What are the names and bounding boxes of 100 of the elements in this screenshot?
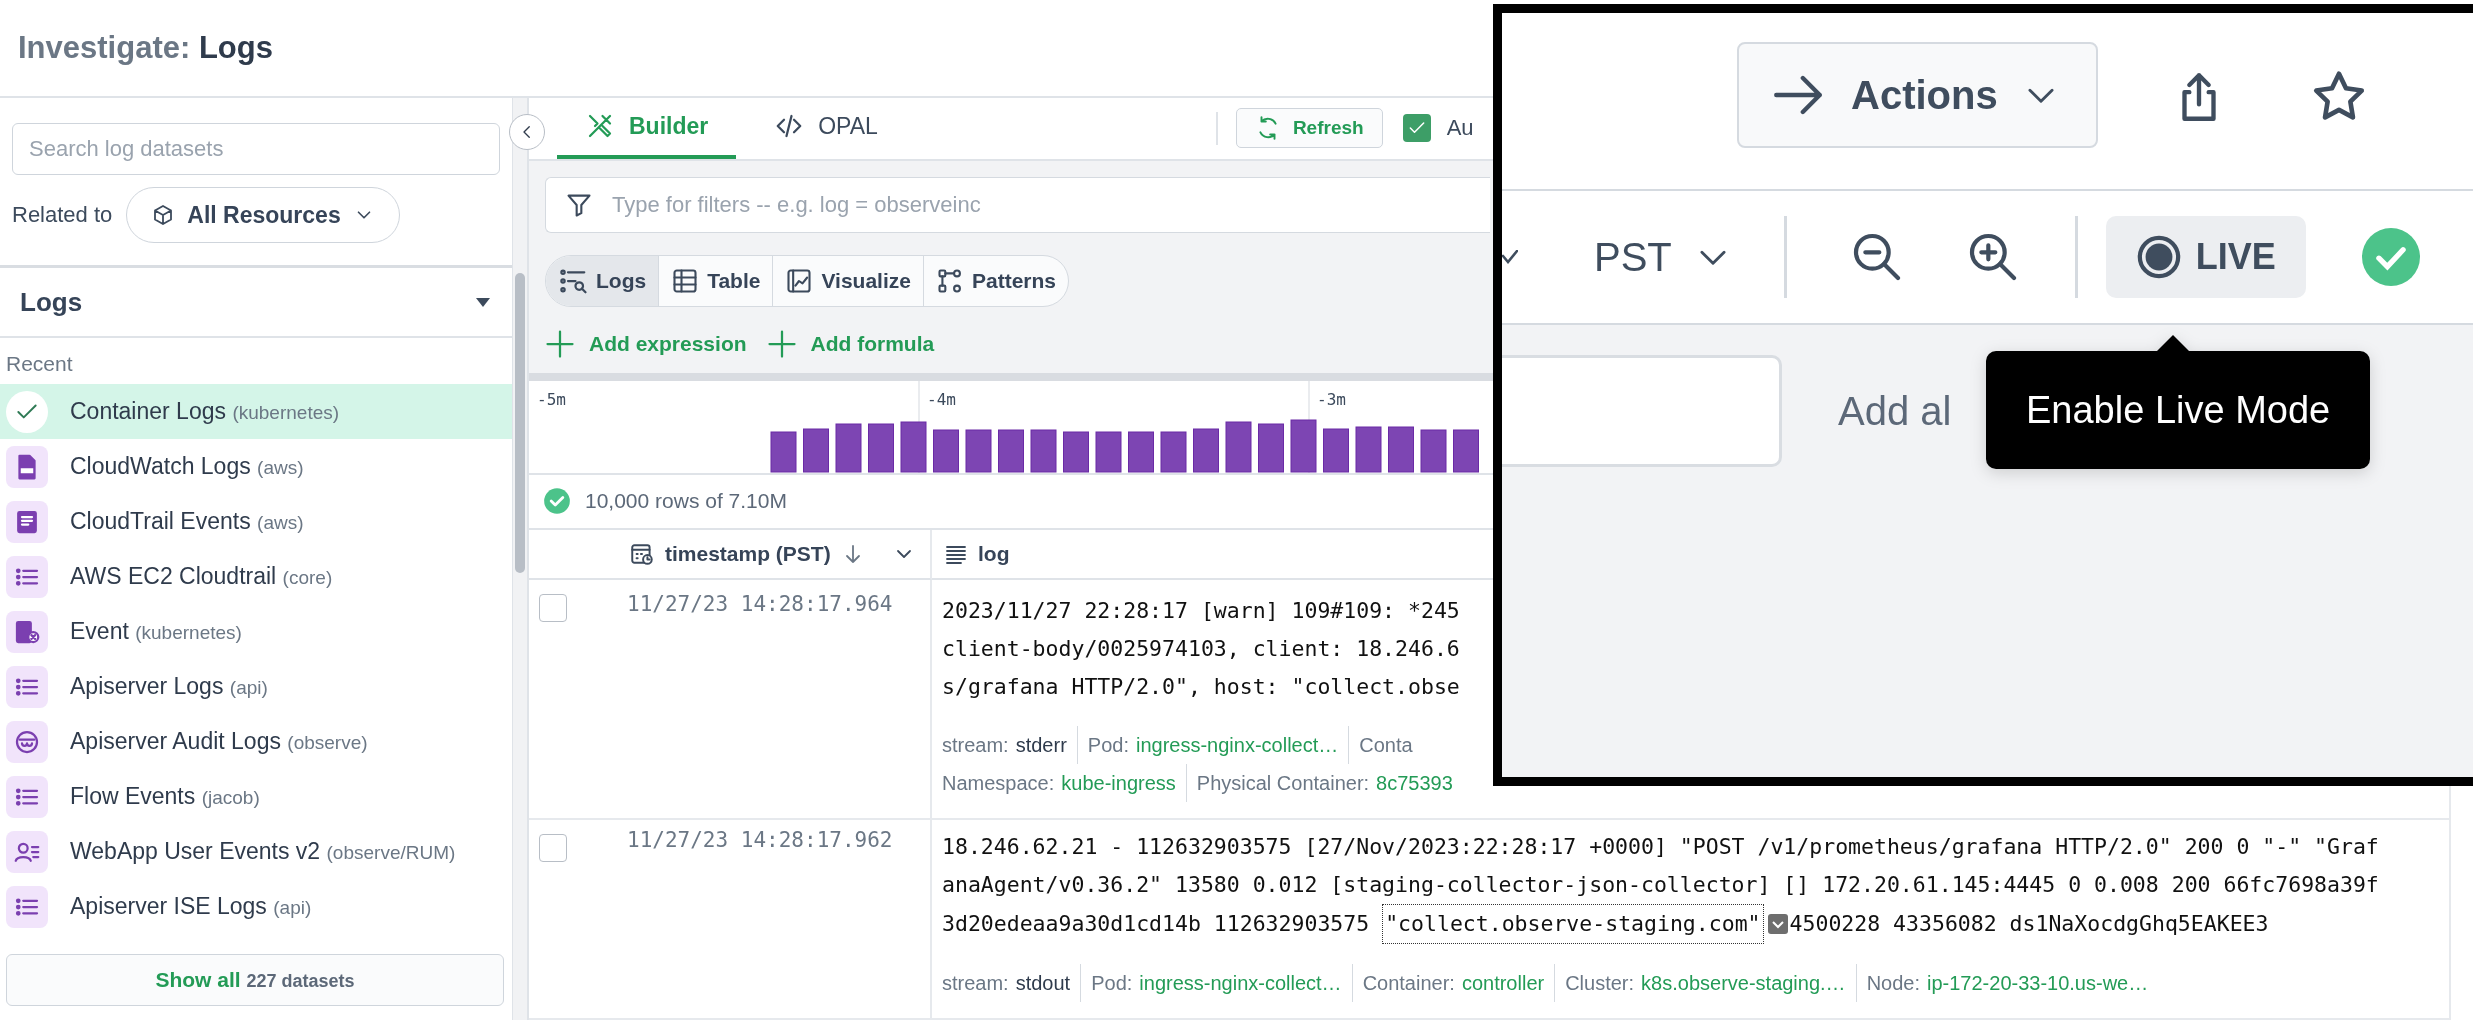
- histogram-bar: [1128, 431, 1154, 473]
- search-field[interactable]: Search log datasets: [12, 123, 500, 175]
- axis-tick-label: -4m: [927, 389, 956, 409]
- meta-label: Pod:: [1091, 971, 1133, 996]
- log-text: 3d20edeaa9a30d1cd14b 112632903575: [942, 910, 1370, 938]
- plus-icon: [545, 328, 575, 359]
- log-text: anaAgent/v0.36.2" 13580 0.012 [staging-collector-json-collector] [] 172.20.61.145:4445 0 0.008 200 66fc7698a39f: [942, 871, 2379, 899]
- dropdown-icon[interactable]: [1767, 914, 1788, 934]
- row-checkbox[interactable]: [539, 594, 567, 622]
- patterns-icon: [935, 266, 964, 295]
- meta-link[interactable]: k8s.observe-staging.…: [1641, 964, 1846, 1002]
- histogram-bar: [1030, 429, 1057, 473]
- auto-checkbox[interactable]: [1402, 114, 1431, 143]
- view-button[interactable]: Visualize: [773, 255, 924, 306]
- scrollbar-thumb[interactable]: [515, 273, 525, 573]
- meta-value: stdout: [1015, 971, 1071, 996]
- histogram-bar: [1388, 426, 1414, 473]
- timestamp-cell: 11/27/23 14:28:17.962: [627, 828, 893, 852]
- log-text: s/grafana HTTP/2.0", host: "collect.obse: [942, 673, 1460, 701]
- axis-tick-label: -3m: [1317, 389, 1346, 409]
- histogram-bar: [1420, 429, 1447, 473]
- auto-label: Au: [1446, 115, 1474, 142]
- meta-label: stream:: [942, 733, 1009, 758]
- section-title: Logs: [20, 286, 83, 318]
- meta-link[interactable]: controller: [1461, 964, 1545, 1002]
- dataset-item[interactable]: Apiserver Logs (api): [0, 659, 512, 714]
- meta-value: stderr: [1015, 733, 1067, 758]
- timestamp-cell: 11/27/23 14:28:17.964: [627, 592, 893, 616]
- view-button[interactable]: Logs: [546, 255, 660, 306]
- chart-icon: [785, 266, 814, 295]
- histogram-bar: [770, 431, 797, 473]
- histogram-bar: [1355, 426, 1382, 473]
- row-count: 10,000 rows of 7.10M: [585, 489, 787, 514]
- histogram-bar: [835, 423, 862, 473]
- group-label: Recent: [5, 351, 74, 377]
- column-header[interactable]: timestamp (PST): [629, 541, 930, 567]
- meta-link[interactable]: ingress-nginx-collect…: [1135, 726, 1339, 764]
- meta-label: Cluster:: [1565, 971, 1635, 996]
- view-button[interactable]: Table: [659, 255, 774, 306]
- actions-button[interactable]: Actions: [1737, 42, 2098, 148]
- meta-label: Node:: [1866, 971, 1920, 996]
- dataset-item[interactable]: Container Logs (kubernetes): [0, 384, 512, 439]
- success-icon: [543, 487, 571, 516]
- dataset-item[interactable]: CloudWatch Logs (aws): [0, 439, 512, 494]
- record-icon: [2135, 234, 2182, 280]
- histogram-bar: [1160, 431, 1187, 473]
- success-icon: [2361, 228, 2420, 286]
- histogram-bar: [1453, 429, 1479, 473]
- histogram-bar: [1258, 423, 1284, 473]
- selected-log-token[interactable]: "collect.observe-staging.com": [1382, 904, 1764, 944]
- related-label: Related to: [12, 202, 113, 228]
- table-icon: [671, 266, 700, 295]
- dataset-item[interactable]: AWS EC2 Cloudtrail (core): [0, 549, 512, 604]
- histogram-bar: [1193, 428, 1219, 473]
- filter-field[interactable]: Type for filters -- e.g. log = observeinc: [545, 176, 1490, 233]
- column-header[interactable]: log: [944, 542, 1010, 566]
- live-button[interactable]: LIVE: [2105, 216, 2306, 298]
- meta-label: Pod:: [1087, 733, 1129, 758]
- page-title: Investigate: Logs: [18, 30, 273, 66]
- timezone-dropdown[interactable]: PST: [1594, 234, 1732, 280]
- show-all-button[interactable]: Show all 227 datasets: [6, 954, 504, 1006]
- add-label: Add al: [1838, 388, 1952, 434]
- meta-label: Container:: [1362, 971, 1455, 996]
- histogram-bar: [998, 429, 1024, 473]
- log-text: 4500228 43356082 ds1NaXocdgGhq5EAKEE3: [1789, 910, 2269, 938]
- meta-label: stream:: [942, 971, 1009, 996]
- dataset-item[interactable]: CloudTrail Events (aws): [0, 494, 512, 549]
- resource-dropdown[interactable]: All Resources: [126, 187, 400, 243]
- tab[interactable]: OPAL: [746, 98, 906, 159]
- row-checkbox[interactable]: [539, 834, 567, 862]
- chevron-icon[interactable]: [1502, 250, 1518, 264]
- log-text: client-body/0025974103, client: 18.246.6: [942, 635, 1460, 663]
- clock-calendar-icon: [629, 541, 655, 567]
- plus-icon: [766, 328, 797, 359]
- meta-link[interactable]: 8c75393: [1376, 764, 1453, 802]
- histogram-bar: [1225, 421, 1252, 473]
- histogram-bar: [965, 429, 992, 473]
- histogram-bar: [1323, 428, 1349, 473]
- dataset-item[interactable]: Apiserver ISE Logs (api): [0, 879, 512, 934]
- meta-link[interactable]: ingress-nginx-collect…: [1139, 964, 1342, 1002]
- view-button[interactable]: Patterns: [923, 255, 1068, 306]
- histogram-bar: [900, 421, 927, 473]
- dataset-item[interactable]: WebApp User Events v2 (observe/RUM): [0, 824, 512, 879]
- dataset-item[interactable]: Event (kubernetes): [0, 604, 512, 659]
- meta-link[interactable]: ip-172-20-33-10.us-we…: [1927, 964, 2149, 1002]
- log-text: 18.246.62.21 - 112632903575 [27/Nov/2023:22:28:17 +0000] "POST /v1/prometheus/grafana HTTP/2.0" 200 0 "-" "Graf: [942, 833, 2379, 861]
- histogram-bar: [868, 423, 894, 473]
- histogram-bar: [1290, 419, 1317, 473]
- meta-label: Conta: [1359, 733, 1413, 758]
- meta-link[interactable]: kube-ingress: [1061, 764, 1176, 802]
- histogram-bar: [803, 428, 829, 473]
- log-text: 2023/11/27 22:28:17 [warn] 109#109: *245: [942, 597, 1460, 625]
- tooltip: Enable Live Mode: [1986, 335, 2371, 469]
- dataset-item[interactable]: Apiserver Audit Logs (observe): [0, 714, 512, 769]
- input-field[interactable]: [1502, 355, 1782, 467]
- histogram-bar: [933, 429, 959, 473]
- axis-tick-label: -5m: [537, 389, 566, 409]
- histogram-bar: [1063, 431, 1089, 473]
- meta-label: Physical Container:: [1196, 771, 1370, 796]
- dataset-item[interactable]: Flow Events (jacob): [0, 769, 512, 824]
